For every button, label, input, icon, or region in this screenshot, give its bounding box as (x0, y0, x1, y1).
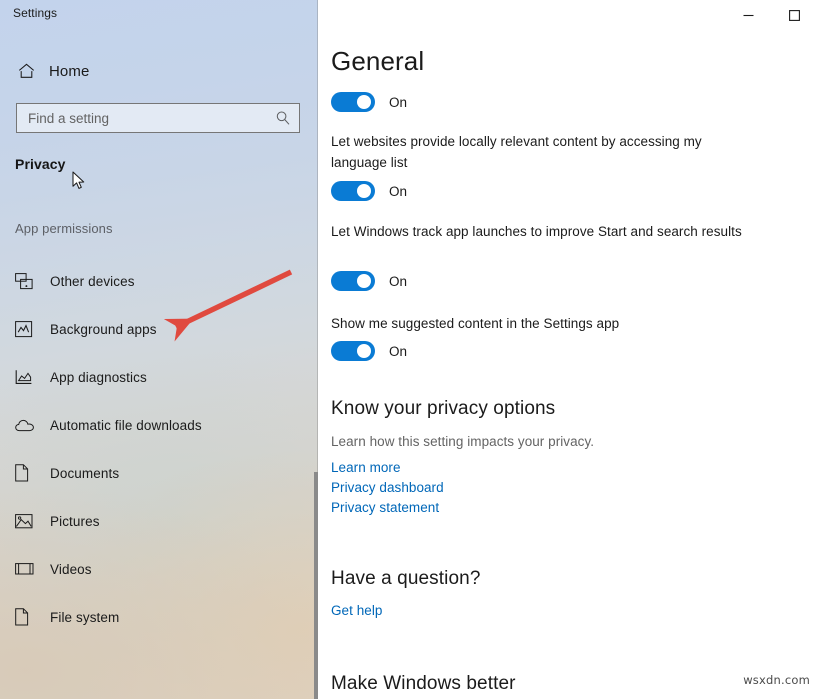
setting-description-language-list: Let websites provide locally relevant co… (331, 134, 702, 170)
other-devices-icon (15, 271, 39, 291)
maximize-icon (788, 9, 800, 21)
sidebar-group-app-permissions: App permissions (15, 221, 113, 236)
sidebar-item-background-apps[interactable]: Background apps (12, 314, 308, 344)
sidebar-item-home[interactable]: Home (15, 58, 89, 84)
toggle-state-label: On (389, 183, 408, 199)
window-controls (725, 0, 817, 30)
sidebar-item-label: Other devices (50, 273, 135, 289)
maximize-button[interactable] (771, 0, 817, 30)
sidebar-item-label: Documents (50, 465, 120, 481)
sidebar-item-label: Pictures (50, 513, 100, 529)
setting-description-suggested-content: Show me suggested content in the Setting… (331, 316, 620, 331)
video-icon (15, 559, 39, 579)
main-content: General On Let websites provide locally … (318, 0, 817, 699)
toggle-switch-suggested-content[interactable] (331, 341, 375, 361)
section-heading-privacy-options: Know your privacy options (331, 398, 556, 419)
link-get-help[interactable]: Get help (331, 603, 382, 618)
toggle-row-4[interactable]: On (331, 340, 407, 362)
minimize-button[interactable] (725, 0, 771, 30)
document-icon (15, 463, 39, 483)
sidebar-item-label: Videos (50, 561, 92, 577)
background-apps-icon (15, 319, 39, 339)
home-label: Home (49, 62, 90, 80)
section-heading-have-a-question: Have a question? (331, 568, 481, 589)
sidebar-item-label: App diagnostics (50, 369, 147, 385)
window-title: Settings (13, 6, 58, 20)
file-system-icon (15, 607, 39, 627)
app-diagnostics-icon (15, 367, 39, 387)
sidebar-item-label: Background apps (50, 321, 157, 337)
settings-window: Settings Home Privacy App permissions (0, 0, 817, 699)
sidebar-item-label: File system (50, 609, 120, 625)
cloud-download-icon (15, 415, 39, 435)
sidebar-item-app-diagnostics[interactable]: App diagnostics (12, 362, 308, 392)
search-icon (275, 110, 291, 126)
sidebar-item-videos[interactable]: Videos (12, 554, 308, 584)
home-icon (15, 63, 37, 79)
setting-description-app-launches: Let Windows track app launches to improv… (331, 224, 742, 239)
sidebar-item-documents[interactable]: Documents (12, 458, 308, 488)
toggle-row-1[interactable]: On (331, 91, 407, 113)
sidebar: Settings Home Privacy App permissions (0, 0, 318, 699)
page-title: Privacy (15, 156, 66, 172)
section-heading-general: General (331, 46, 425, 76)
toggle-row-3[interactable]: On (331, 270, 407, 292)
search-input[interactable] (28, 110, 275, 126)
toggle-state-label: On (389, 343, 408, 359)
toggle-switch-language-list[interactable] (331, 181, 375, 201)
sidebar-item-other-devices[interactable]: Other devices (12, 266, 308, 296)
link-learn-more[interactable]: Learn more (331, 460, 401, 475)
sidebar-item-pictures[interactable]: Pictures (12, 506, 308, 536)
sidebar-item-automatic-file-downloads[interactable]: Automatic file downloads (12, 410, 308, 440)
link-privacy-statement[interactable]: Privacy statement (331, 500, 439, 515)
link-privacy-dashboard[interactable]: Privacy dashboard (331, 480, 444, 495)
sidebar-item-label: Automatic file downloads (50, 417, 202, 433)
toggle-state-label: On (389, 273, 408, 289)
section-heading-make-windows-better: Make Windows better (331, 673, 516, 694)
search-box[interactable] (16, 103, 300, 133)
toggle-switch-app-launches[interactable] (331, 271, 375, 291)
toggle-state-label: On (389, 94, 408, 110)
toggle-row-2[interactable]: On (331, 180, 407, 202)
toggle-switch-advertising-id[interactable] (331, 92, 375, 112)
pictures-icon (15, 511, 39, 531)
watermark: wsxdn.com (743, 673, 810, 687)
privacy-subtitle: Learn how this setting impacts your priv… (331, 434, 595, 449)
minimize-icon (743, 14, 753, 16)
sidebar-item-file-system[interactable]: File system (12, 602, 308, 632)
